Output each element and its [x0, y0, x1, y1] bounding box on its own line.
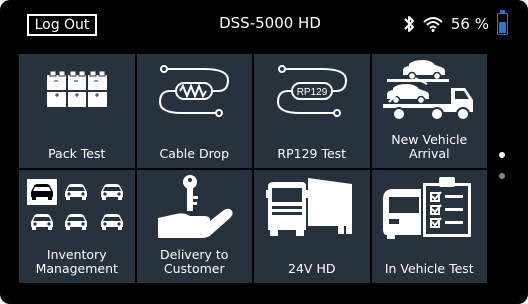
- tile-label: In Vehicle Test: [384, 261, 474, 276]
- key-hand-icon: [158, 174, 233, 238]
- car-checklist-icon: [383, 176, 472, 239]
- device-screen: Log Out DSS-5000 HD 56 % Pack Test Cable…: [0, 0, 528, 304]
- tile-label: Inventory Management: [35, 247, 118, 276]
- semi-truck-icon: [265, 177, 352, 236]
- battery-icon: [497, 10, 508, 35]
- battery-percent: 56 %: [450, 15, 489, 33]
- bluetooth-icon: [404, 16, 414, 32]
- tile-label: New Vehicle Arrival: [391, 131, 468, 161]
- device-title: DSS-5000 HD: [219, 14, 321, 32]
- tile-24v-hd[interactable]: 24V HD: [254, 169, 370, 283]
- battery-pack-icon: [46, 70, 107, 107]
- cable-resistor-icon: [159, 65, 230, 117]
- tile-label: RP129 Test: [277, 145, 347, 161]
- page-dot-active[interactable]: [499, 152, 505, 158]
- rp129-badge-text: RP129: [296, 87, 327, 98]
- status-area: 56 %: [403, 10, 508, 38]
- tile-pack-test[interactable]: Pack Test: [19, 54, 135, 168]
- page-dot[interactable]: [499, 173, 505, 179]
- tile-inventory-management[interactable]: Inventory Management: [19, 169, 135, 283]
- top-bar: Log Out DSS-5000 HD 56 %: [0, 0, 528, 44]
- car-grid-icon: [26, 178, 123, 230]
- tile-label: 24V HD: [288, 261, 336, 276]
- app-grid: Pack Test Cable Drop RP129 RP129 Test Ne…: [19, 54, 487, 283]
- rp129-cable-icon: RP129: [276, 65, 347, 117]
- wifi-icon: [423, 17, 443, 32]
- tile-label: Pack Test: [48, 145, 106, 161]
- tile-label: Cable Drop: [159, 145, 230, 161]
- tile-delivery-to-customer[interactable]: Delivery to Customer: [136, 169, 252, 283]
- tile-cable-drop[interactable]: Cable Drop: [136, 54, 252, 168]
- tile-rp129-test[interactable]: RP129 RP129 Test: [254, 54, 370, 168]
- tile-label: Delivery to Customer: [160, 247, 229, 276]
- page-indicator: [499, 152, 505, 194]
- tile-new-vehicle-arrival[interactable]: New Vehicle Arrival: [371, 54, 487, 168]
- battery-fill: [499, 21, 506, 33]
- logout-button[interactable]: Log Out: [27, 14, 97, 36]
- car-transport-truck-icon: [383, 60, 474, 121]
- tile-in-vehicle-test[interactable]: In Vehicle Test: [371, 169, 487, 283]
